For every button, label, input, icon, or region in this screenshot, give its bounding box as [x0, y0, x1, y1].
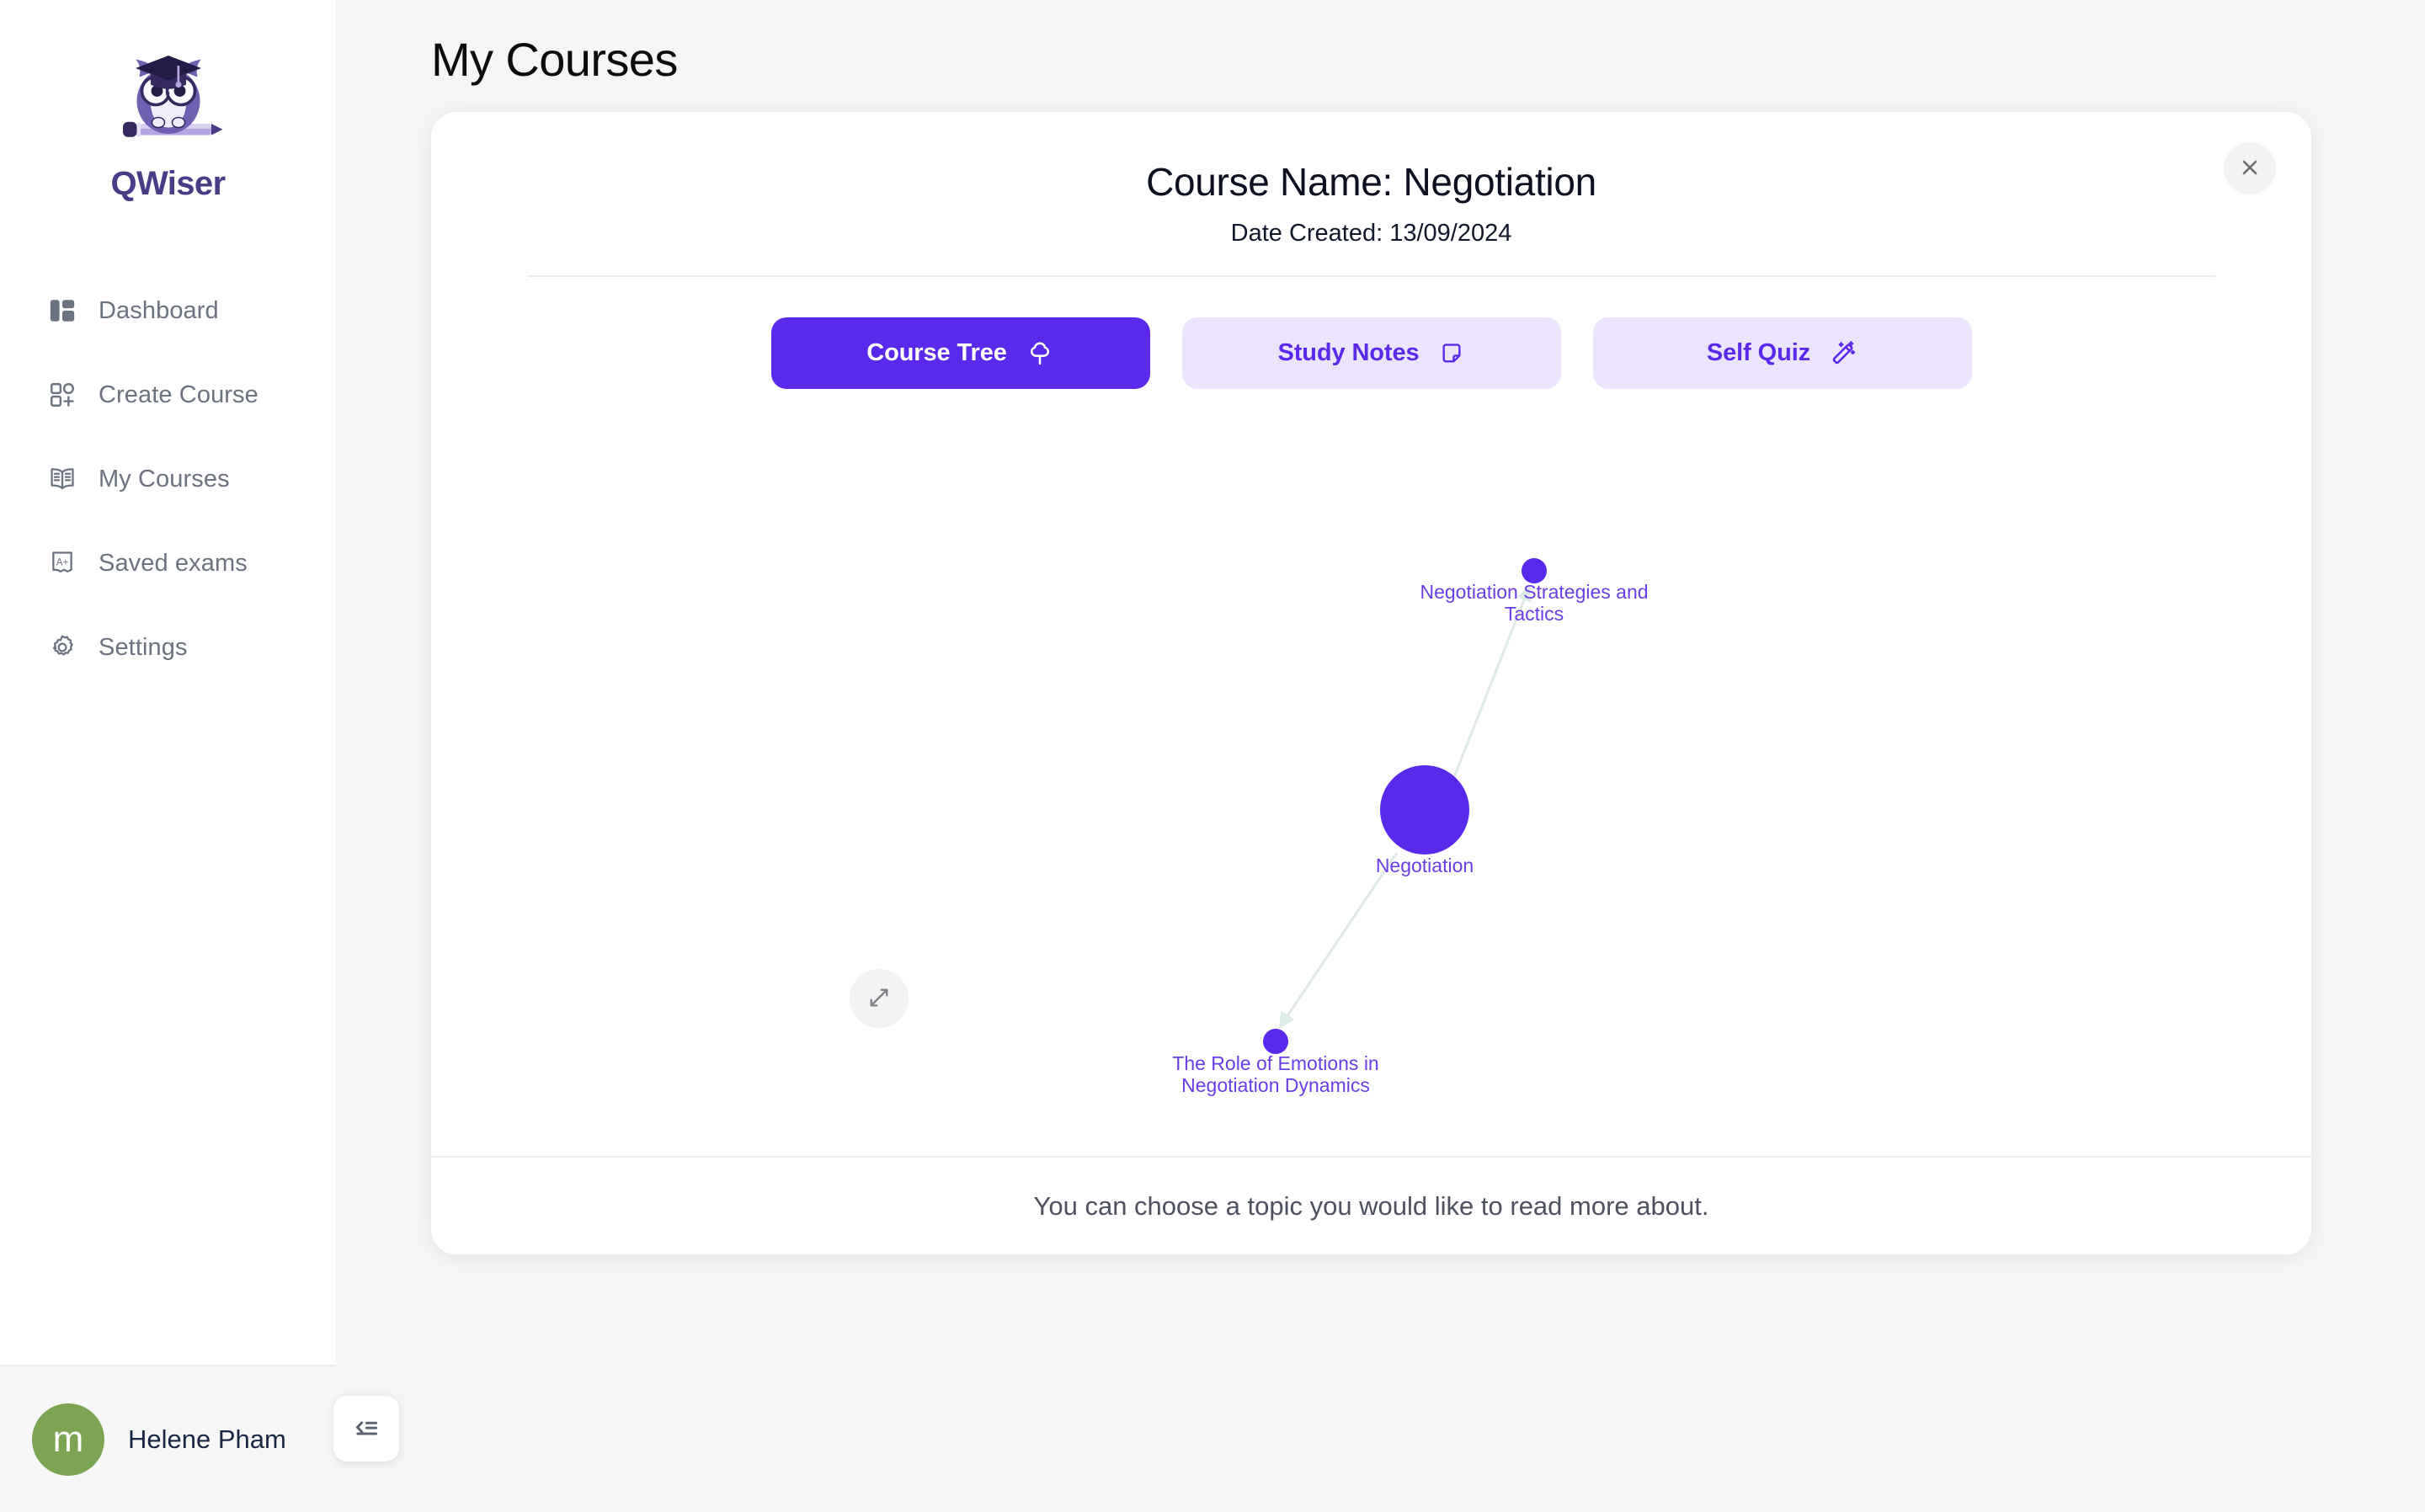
footer-hint-text: You can choose a topic you would like to… — [1033, 1190, 1709, 1221]
sidebar-user-profile[interactable]: m Helene Pham — [0, 1365, 336, 1512]
sidebar-nav: Dashboard Create Course My Courses A+ Sa… — [0, 269, 336, 689]
user-name: Helene Pham — [128, 1424, 286, 1454]
tree-icon — [1026, 339, 1054, 368]
header-divider — [527, 275, 2215, 277]
tab-label: Self Quiz — [1706, 339, 1811, 366]
sidebar-item-label: My Courses — [99, 465, 230, 492]
course-tree-graph[interactable]: Negotiation Strategies and Tactics Negot… — [431, 491, 2311, 1254]
book-icon — [46, 463, 78, 495]
sidebar-item-my-courses[interactable]: My Courses — [0, 437, 336, 521]
create-course-icon — [46, 379, 78, 411]
sidebar-item-dashboard[interactable]: Dashboard — [0, 269, 336, 353]
exam-a-plus-icon: A+ — [46, 547, 78, 579]
collapse-sidebar-icon — [350, 1412, 382, 1446]
magic-wand-icon — [1829, 339, 1857, 368]
owl-graduate-logo-icon — [105, 35, 232, 162]
gear-icon — [46, 631, 78, 663]
close-icon — [2237, 155, 2262, 183]
graph-node-emotions[interactable] — [1263, 1029, 1288, 1054]
sidebar-item-label: Dashboard — [99, 296, 219, 324]
sidebar-item-create-course[interactable]: Create Course — [0, 353, 336, 437]
sidebar-item-settings[interactable]: Settings — [0, 605, 336, 689]
card-header: Course Name: Negotiation Date Created: 1… — [431, 112, 2311, 277]
tab-course-tree[interactable]: Course Tree — [770, 317, 1150, 389]
tab-study-notes[interactable]: Study Notes — [1181, 317, 1561, 389]
tab-label: Study Notes — [1277, 339, 1420, 366]
main-content: My Courses Course Name: Negotiation Date… — [336, 0, 2425, 1512]
graph-edge — [1278, 852, 1399, 1029]
avatar: m — [32, 1403, 104, 1476]
tab-self-quiz[interactable]: Self Quiz — [1592, 317, 1972, 389]
course-detail-card: Course Name: Negotiation Date Created: 1… — [431, 112, 2311, 1254]
graph-node-strategies[interactable] — [1522, 558, 1547, 583]
tab-label: Course Tree — [866, 339, 1007, 366]
sticky-note-icon — [1438, 340, 1465, 367]
dashboard-icon — [46, 295, 78, 327]
sidebar-item-label: Saved exams — [99, 549, 248, 577]
expand-graph-button[interactable] — [850, 969, 909, 1028]
sidebar: QWiser Dashboard Create Course My Course… — [0, 0, 399, 1512]
brand-logo[interactable]: QWiser — [0, 0, 336, 203]
sidebar-item-label: Create Course — [99, 381, 258, 408]
card-tabs: Course Tree Study Notes Self Quiz — [431, 317, 2311, 389]
card-footer: You can choose a topic you would like to… — [431, 1156, 2311, 1254]
page-title: My Courses — [431, 33, 678, 86]
sidebar-item-saved-exams[interactable]: A+ Saved exams — [0, 521, 336, 605]
collapse-sidebar-button[interactable] — [333, 1396, 399, 1461]
svg-text:A+: A+ — [56, 556, 69, 567]
graph-edges — [1278, 584, 1532, 1029]
brand-name: QWiser — [110, 165, 226, 202]
graph-node-negotiation[interactable] — [1380, 765, 1469, 854]
course-name-heading: Course Name: Negotiation — [1146, 160, 1596, 204]
app-root: QWiser Dashboard Create Course My Course… — [0, 0, 2425, 1512]
close-button[interactable] — [2224, 142, 2276, 194]
expand-arrows-icon — [866, 985, 892, 1013]
graph-edge — [1452, 584, 1532, 778]
course-date-created: Date Created: 13/09/2024 — [1230, 220, 1512, 247]
sidebar-item-label: Settings — [99, 633, 188, 661]
